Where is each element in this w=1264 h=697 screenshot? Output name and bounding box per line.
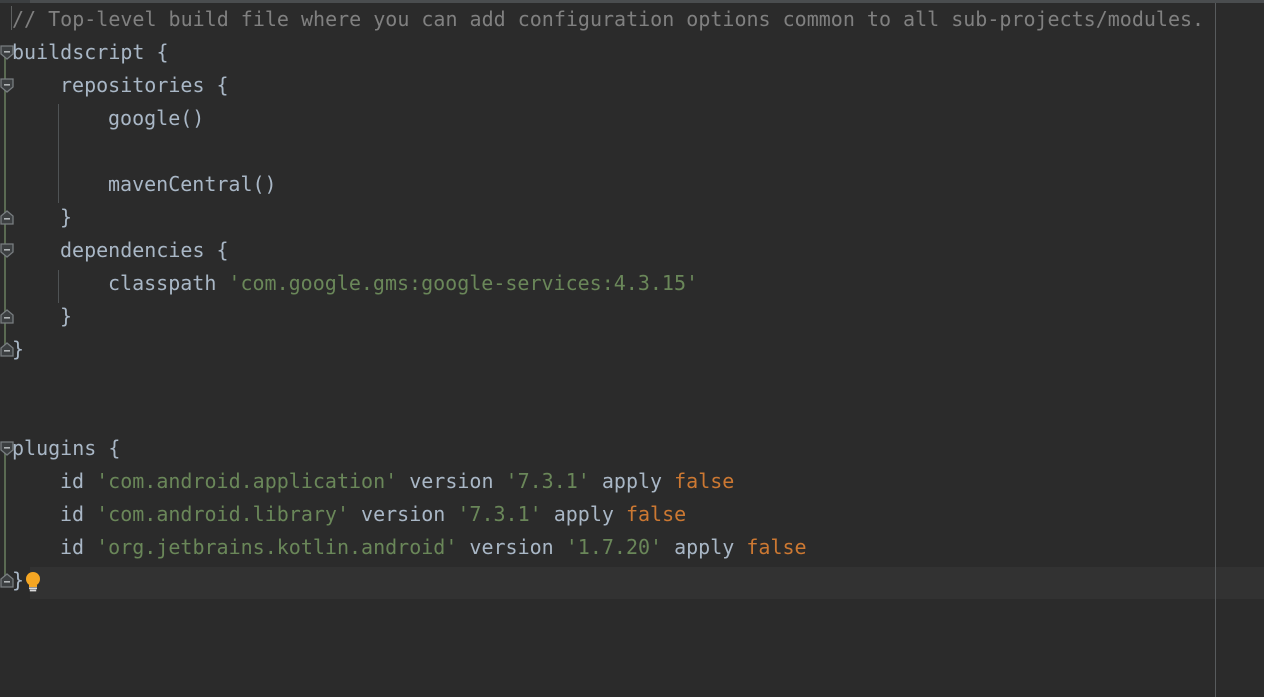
intention-lightbulb-icon[interactable] <box>24 571 42 593</box>
code-line-text: } <box>60 201 72 234</box>
token-code: } <box>12 337 25 361</box>
code-line-text: buildscript { <box>12 36 169 69</box>
token-code: version <box>397 469 506 493</box>
token-kw: false <box>625 502 687 526</box>
code-line-text: classpath 'com.google.gms:google-service… <box>108 267 698 300</box>
token-code: apply <box>541 502 626 526</box>
token-code: google() <box>108 106 205 130</box>
token-string: '1.7.20' <box>565 535 663 559</box>
token-code: mavenCentral() <box>108 172 277 196</box>
token-code: version <box>457 535 566 559</box>
token-code: apply <box>662 535 747 559</box>
token-kw: false <box>674 469 735 493</box>
code-line-text: // Top-level build file where you can ad… <box>12 3 1204 36</box>
token-code: } <box>60 304 73 328</box>
code-content[interactable]: // Top-level build file where you can ad… <box>0 3 1264 697</box>
code-line-text: } <box>60 300 72 333</box>
code-line-text: mavenCentral() <box>108 168 277 201</box>
token-code: plugins { <box>12 436 121 460</box>
token-code: } <box>12 568 25 592</box>
code-line-text: } <box>12 564 24 597</box>
token-code: apply <box>589 469 675 493</box>
token-string: 'com.android.application' <box>96 469 398 493</box>
token-code: dependencies { <box>60 238 229 262</box>
code-line-text: google() <box>108 102 204 135</box>
token-code: repositories { <box>60 73 229 97</box>
code-editor[interactable]: // Top-level build file where you can ad… <box>0 0 1264 697</box>
token-string: 'com.android.library' <box>96 502 349 526</box>
token-code: version <box>349 502 458 526</box>
token-code: classpath <box>108 271 229 295</box>
code-line-text: id 'org.jetbrains.kotlin.android' versio… <box>60 531 807 564</box>
token-code: id <box>60 469 97 493</box>
token-comment: // Top-level build file where you can ad… <box>12 7 1205 31</box>
token-code: id <box>60 502 97 526</box>
code-line-text: id 'com.android.application' version '7.… <box>60 465 734 498</box>
code-line-text: id 'com.android.library' version '7.3.1'… <box>60 498 686 531</box>
code-line-text: dependencies { <box>60 234 229 267</box>
code-line-text: repositories { <box>60 69 229 102</box>
code-line-text: } <box>12 333 24 366</box>
token-string: '7.3.1' <box>457 502 542 526</box>
token-string: 'com.google.gms:google-services:4.3.15' <box>228 271 699 295</box>
token-kw: false <box>746 535 807 559</box>
token-code: } <box>60 205 73 229</box>
token-code: buildscript { <box>12 40 169 64</box>
token-code: id <box>60 535 97 559</box>
token-string: 'org.jetbrains.kotlin.android' <box>96 535 458 559</box>
token-string: '7.3.1' <box>505 469 590 493</box>
code-line-text: plugins { <box>12 432 120 465</box>
